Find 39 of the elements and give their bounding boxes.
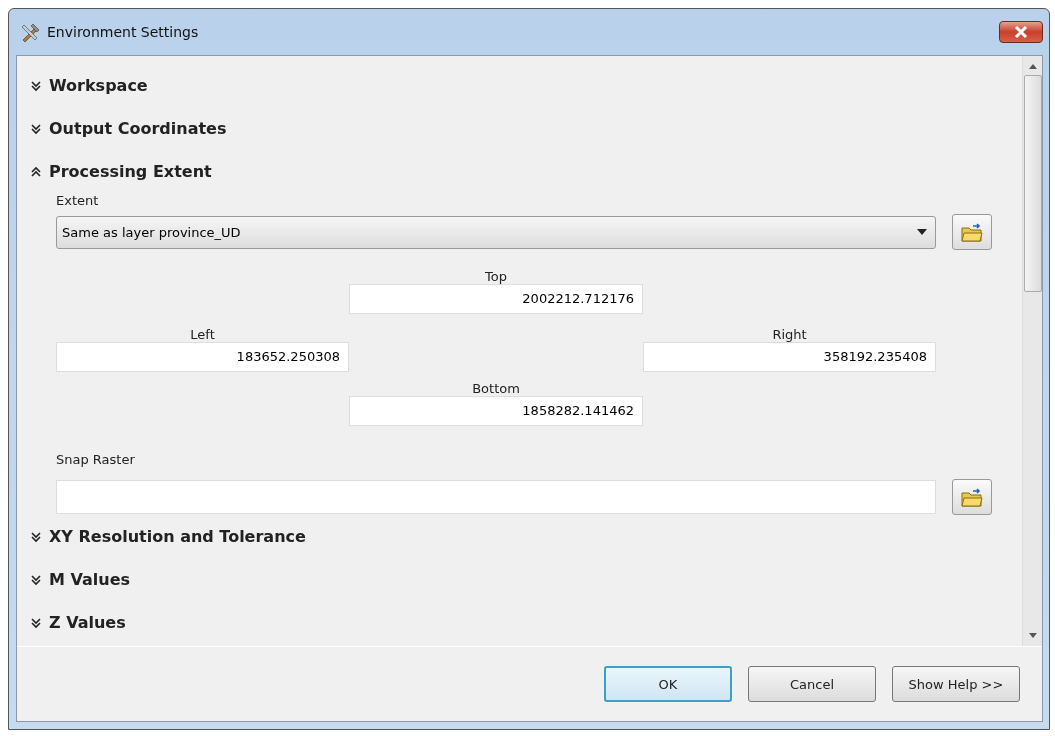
dialog-button[interactable]: Cancel xyxy=(748,666,876,702)
top-field[interactable]: 2002212.712176 xyxy=(349,284,643,314)
dialog-button[interactable]: Show Help >> xyxy=(892,666,1020,702)
snap-raster-label: Snap Raster xyxy=(56,452,136,467)
extent-dropdown[interactable]: Same as layer province_UD xyxy=(56,215,936,249)
expand-chevron-icon xyxy=(31,573,41,586)
scrollbar[interactable] xyxy=(1022,56,1042,646)
browse-folder-button[interactable] xyxy=(952,214,992,250)
browse-folder-button[interactable] xyxy=(952,479,992,515)
window-title: Environment Settings xyxy=(47,24,199,40)
right-label: Right xyxy=(771,327,808,342)
folder-icon xyxy=(961,487,983,507)
folder-icon xyxy=(961,222,983,242)
expand-chevron-icon xyxy=(31,616,41,629)
dialog-button[interactable]: OK xyxy=(604,666,732,702)
section-header[interactable]: Processing Extent xyxy=(31,150,1010,193)
close-icon xyxy=(1014,26,1028,38)
scroll-down-icon xyxy=(1028,633,1037,638)
top-label: Top xyxy=(484,269,508,284)
section-header[interactable]: Output Coordinates xyxy=(31,107,1010,150)
tools-icon xyxy=(20,21,42,43)
expand-chevron-icon xyxy=(31,530,41,543)
bottom-label: Bottom xyxy=(471,381,521,396)
close-button[interactable] xyxy=(999,21,1043,43)
extent-label: Extent xyxy=(56,193,100,208)
collapse-chevron-icon xyxy=(31,165,41,178)
right-field[interactable]: 358192.235408 xyxy=(643,342,936,372)
section-header[interactable]: XY Resolution and Tolerance xyxy=(31,515,1010,558)
snap-raster-field[interactable] xyxy=(56,480,936,514)
dropdown-arrow-icon xyxy=(917,229,927,235)
left-label: Left xyxy=(189,327,216,342)
left-field[interactable]: 183652.250308 xyxy=(56,342,349,372)
bottom-field[interactable]: 1858282.141462 xyxy=(349,396,643,426)
expand-chevron-icon xyxy=(31,122,41,135)
section-header[interactable]: M Values xyxy=(31,558,1010,601)
section-header[interactable]: Z Values xyxy=(31,601,1010,644)
scroll-up-icon xyxy=(1028,64,1037,69)
section-header[interactable]: Workspace xyxy=(31,64,1010,107)
expand-chevron-icon xyxy=(31,79,41,92)
